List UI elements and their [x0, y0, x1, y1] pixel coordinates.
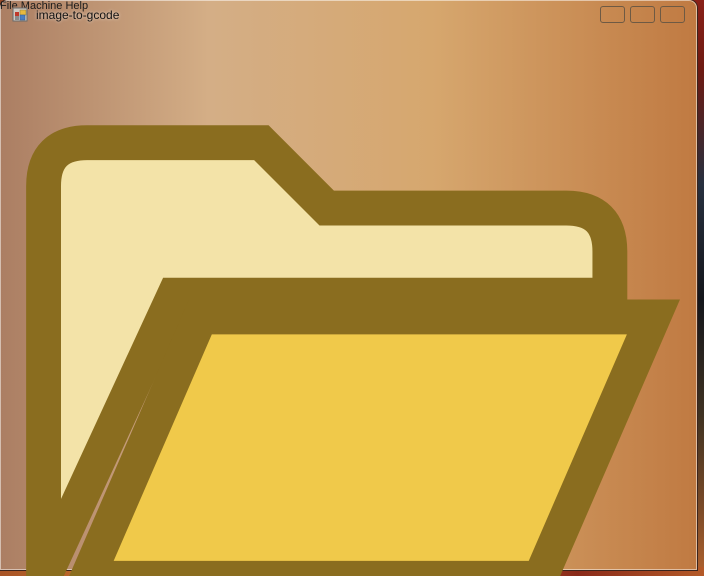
close-button[interactable]: [660, 6, 685, 23]
minimize-button[interactable]: [600, 6, 625, 23]
client-area: File Machine Help Open...: [0, 0, 697, 576]
maximize-button[interactable]: [630, 6, 655, 23]
open-button[interactable]: Open...: [0, 12, 697, 576]
window-title: image-to-gcode: [36, 7, 120, 22]
app-window: image-to-gcode File Machine Help Open...: [0, 0, 697, 576]
tool-bar: Open... Export g-code...: [0, 12, 697, 576]
app-icon: [12, 7, 28, 21]
title-bar[interactable]: image-to-gcode: [0, 0, 697, 29]
open-folder-icon: [26, 125, 680, 576]
